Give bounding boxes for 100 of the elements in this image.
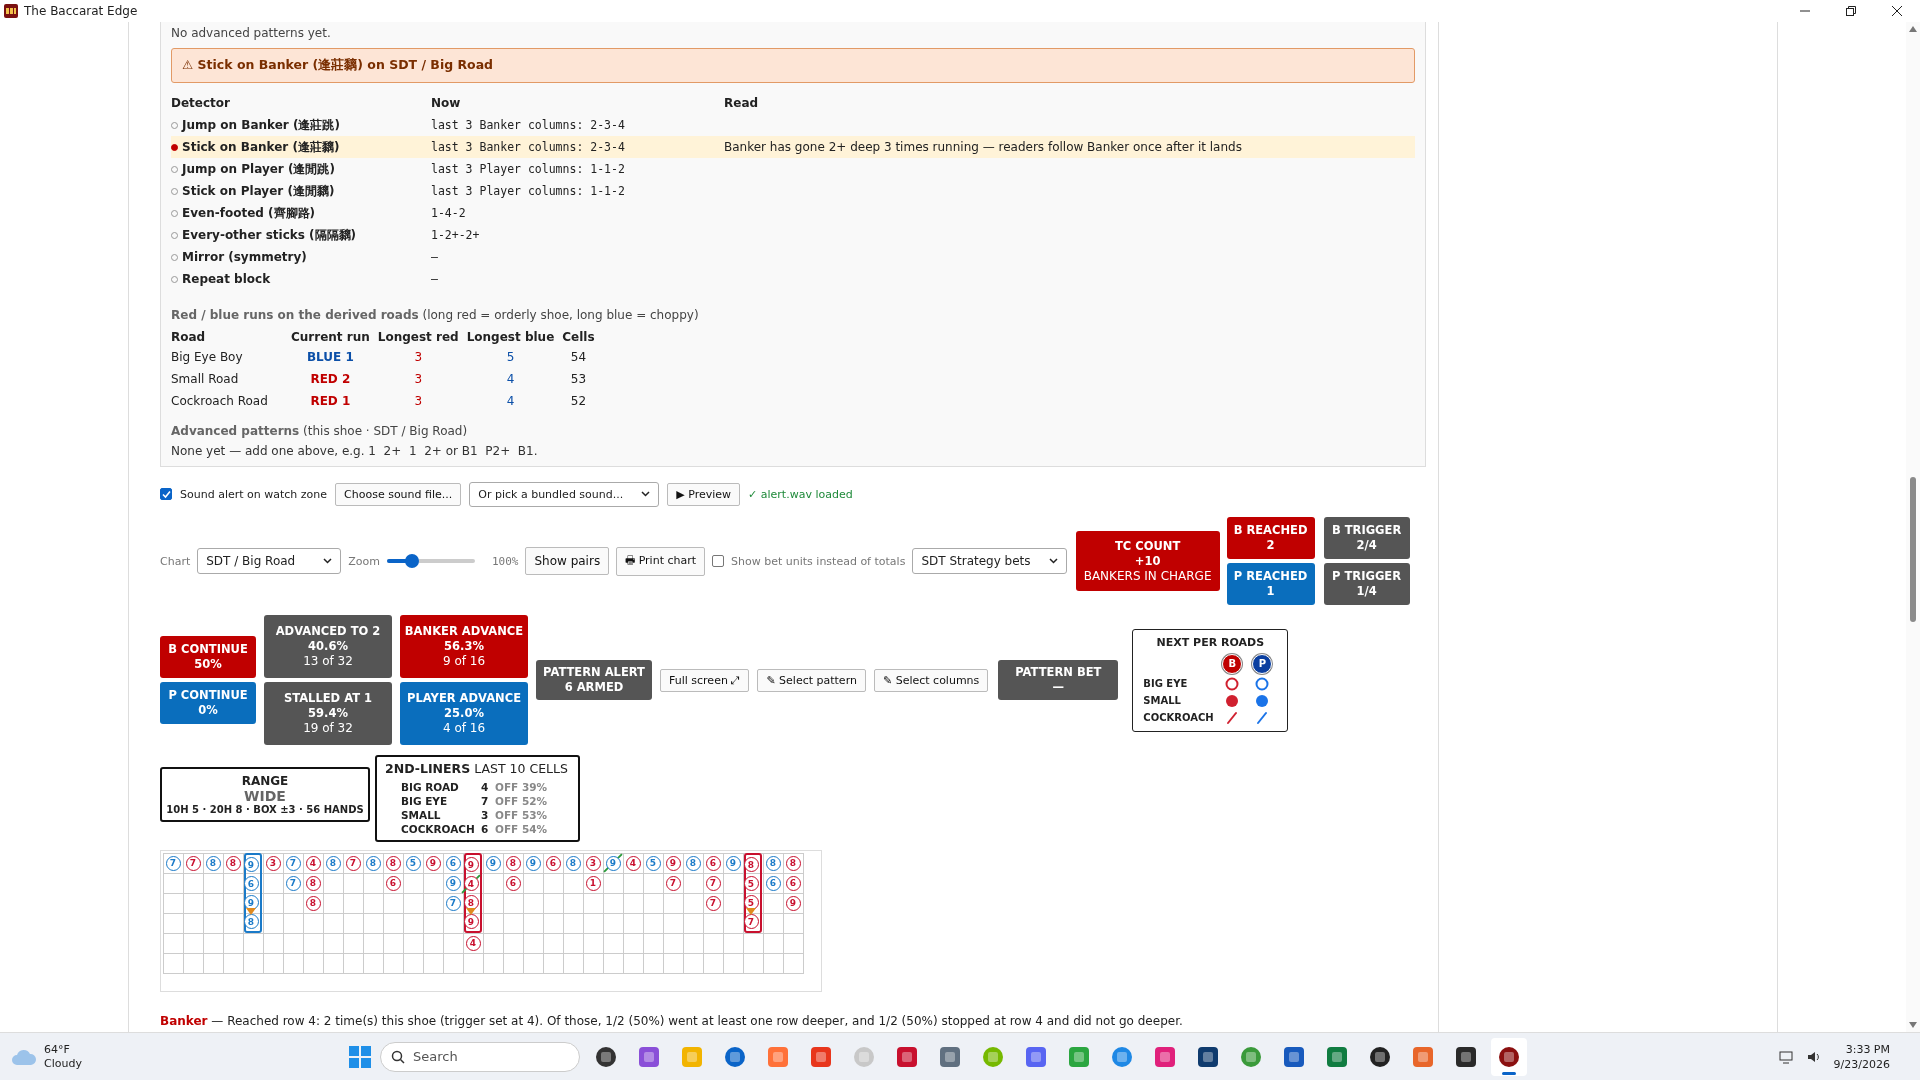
weather-temp: 64°F (44, 1042, 71, 1057)
app-logo-icon (4, 4, 18, 18)
road-label: BIG ROAD (401, 780, 460, 794)
road-label: SMALL (1143, 695, 1182, 706)
tile-title: P CONTINUE (168, 688, 248, 703)
table-cell: – (431, 250, 438, 264)
bead: 7 (185, 855, 201, 871)
side-badge: B (1222, 653, 1243, 674)
search-field[interactable]: Search (380, 1041, 580, 1072)
column-header: Now (431, 96, 461, 110)
alert-banner: ⚠ Stick on Banker (逢莊黐) on SDT / Big Road (171, 48, 1415, 83)
bead: 5 (405, 855, 421, 871)
bead: 6 (545, 855, 561, 871)
app-icon[interactable] (1491, 1037, 1527, 1076)
print-chart-button[interactable]: 🖶 Print chart (616, 546, 706, 576)
bead: 4 (463, 876, 479, 891)
scrollbar[interactable] (1906, 22, 1920, 1032)
table-cell: RED 1 (310, 394, 351, 408)
tile-title: P REACHED (1233, 569, 1308, 584)
strategy-select[interactable]: SDT Strategy bets (912, 548, 1067, 574)
dot-icon (1225, 693, 1240, 708)
bead: 6 (705, 855, 721, 871)
count-value: 4 (481, 780, 490, 794)
start-icon[interactable] (348, 1044, 372, 1069)
column-header: Longest blue (466, 330, 555, 344)
tile-value: +10 (1134, 553, 1161, 569)
bead: 7 (665, 875, 681, 891)
slider-thumb[interactable] (404, 554, 419, 568)
detector-name: Repeat block (182, 272, 271, 287)
preview-button[interactable]: ▶ Preview (667, 482, 741, 506)
toolbar-button[interactable]: ✎ Select columns (873, 668, 989, 692)
off-value: OFF 52% (495, 794, 549, 808)
table-cell: 1-4-2 (431, 206, 466, 220)
tile-value: — (1052, 680, 1065, 695)
tile-title: PATTERN ALERT (543, 665, 645, 680)
road-label: COCKROACH (401, 822, 476, 836)
bead: 9 (243, 857, 259, 872)
table-cell: 4 (506, 372, 515, 386)
table-cell: 54 (570, 350, 587, 364)
tile-value: 1/4 (1356, 584, 1377, 599)
tile-detail: 13 of 32 (303, 654, 353, 669)
tile-detail: BANKERS IN CHARGE (1083, 568, 1212, 584)
zoom-slider[interactable] (386, 554, 475, 568)
tile-title: BANKER ADVANCE (404, 624, 524, 639)
bead: 9 (605, 855, 621, 871)
bead: 7 (705, 875, 721, 891)
bead: 6 (445, 855, 461, 871)
road-label: BIG EYE (401, 794, 449, 808)
road-label: COCKROACH (1143, 712, 1215, 723)
show-pairs-button[interactable]: Show pairs (525, 547, 610, 575)
note-text: No advanced patterns yet. (171, 26, 332, 40)
bead: 8 (305, 875, 321, 891)
status-text: ✓ alert.wav loaded (748, 487, 853, 501)
bead: 8 (785, 855, 801, 871)
tile-value: 25.0% (444, 706, 484, 721)
bead: 8 (565, 855, 581, 871)
restore-icon[interactable] (1846, 6, 1856, 16)
toolbar-button[interactable]: Full screen ⤢ (660, 668, 750, 692)
clock-date: 9/23/2026 (1833, 1056, 1890, 1072)
table-cell: last 3 Banker columns: 2-3-4 (431, 140, 625, 154)
checkbox[interactable] (160, 488, 172, 500)
bead: 8 (225, 855, 241, 871)
checkbox[interactable] (712, 555, 725, 567)
ring-icon (1225, 676, 1240, 691)
bead: 8 (685, 855, 701, 871)
tile-value: 59.4% (308, 706, 348, 721)
table-cell: 3 (414, 394, 423, 408)
detector-name: Jump on Player (逢閒跳) (182, 160, 335, 178)
weather-condition: Cloudy (44, 1056, 82, 1071)
column-header: Detector (171, 96, 230, 110)
table-cell: 1-2+-2+ (431, 228, 480, 242)
choose-file-button[interactable]: Choose sound file... (335, 482, 462, 506)
table-cell: last 3 Player columns: 1-1-2 (431, 162, 625, 176)
sound-select[interactable]: Or pick a bundled sound... (469, 481, 660, 507)
toolbar-button[interactable]: ✎ Select pattern (757, 668, 866, 692)
table-cell: 52 (570, 394, 587, 408)
tile-detail: 9 of 16 (442, 654, 486, 669)
tile-title: PLAYER ADVANCE (407, 691, 521, 706)
chart-select[interactable]: SDT / Big Road (197, 548, 342, 574)
tile-detail: 19 of 32 (303, 721, 353, 736)
bead: 8 (765, 855, 781, 871)
tile-value: 2 (1266, 538, 1275, 553)
count-value: 6 (481, 822, 490, 836)
scroll-down-icon[interactable] (1909, 1022, 1917, 1028)
slash-icon (1255, 710, 1270, 725)
bead: 6 (385, 875, 401, 891)
column-header: Current run (291, 330, 370, 344)
tile-title: P TRIGGER (1332, 569, 1402, 584)
tile-title: STALLED AT 1 (283, 691, 373, 706)
count-value: 7 (481, 794, 490, 808)
tile-value: 50% (194, 657, 222, 672)
scroll-up-icon[interactable] (1909, 26, 1917, 32)
bead: 7 (285, 875, 301, 891)
bead: 3 (265, 855, 281, 871)
table-cell: Banker has gone 2+ deep 3 times running — readers follow Banker once after it lands (724, 140, 1242, 154)
close-icon[interactable] (1892, 6, 1902, 16)
tile-title: TC COUNT (1114, 538, 1181, 554)
caret-icon (323, 558, 333, 564)
bead: 9 (665, 855, 681, 871)
tile-value: 2/4 (1356, 538, 1377, 553)
